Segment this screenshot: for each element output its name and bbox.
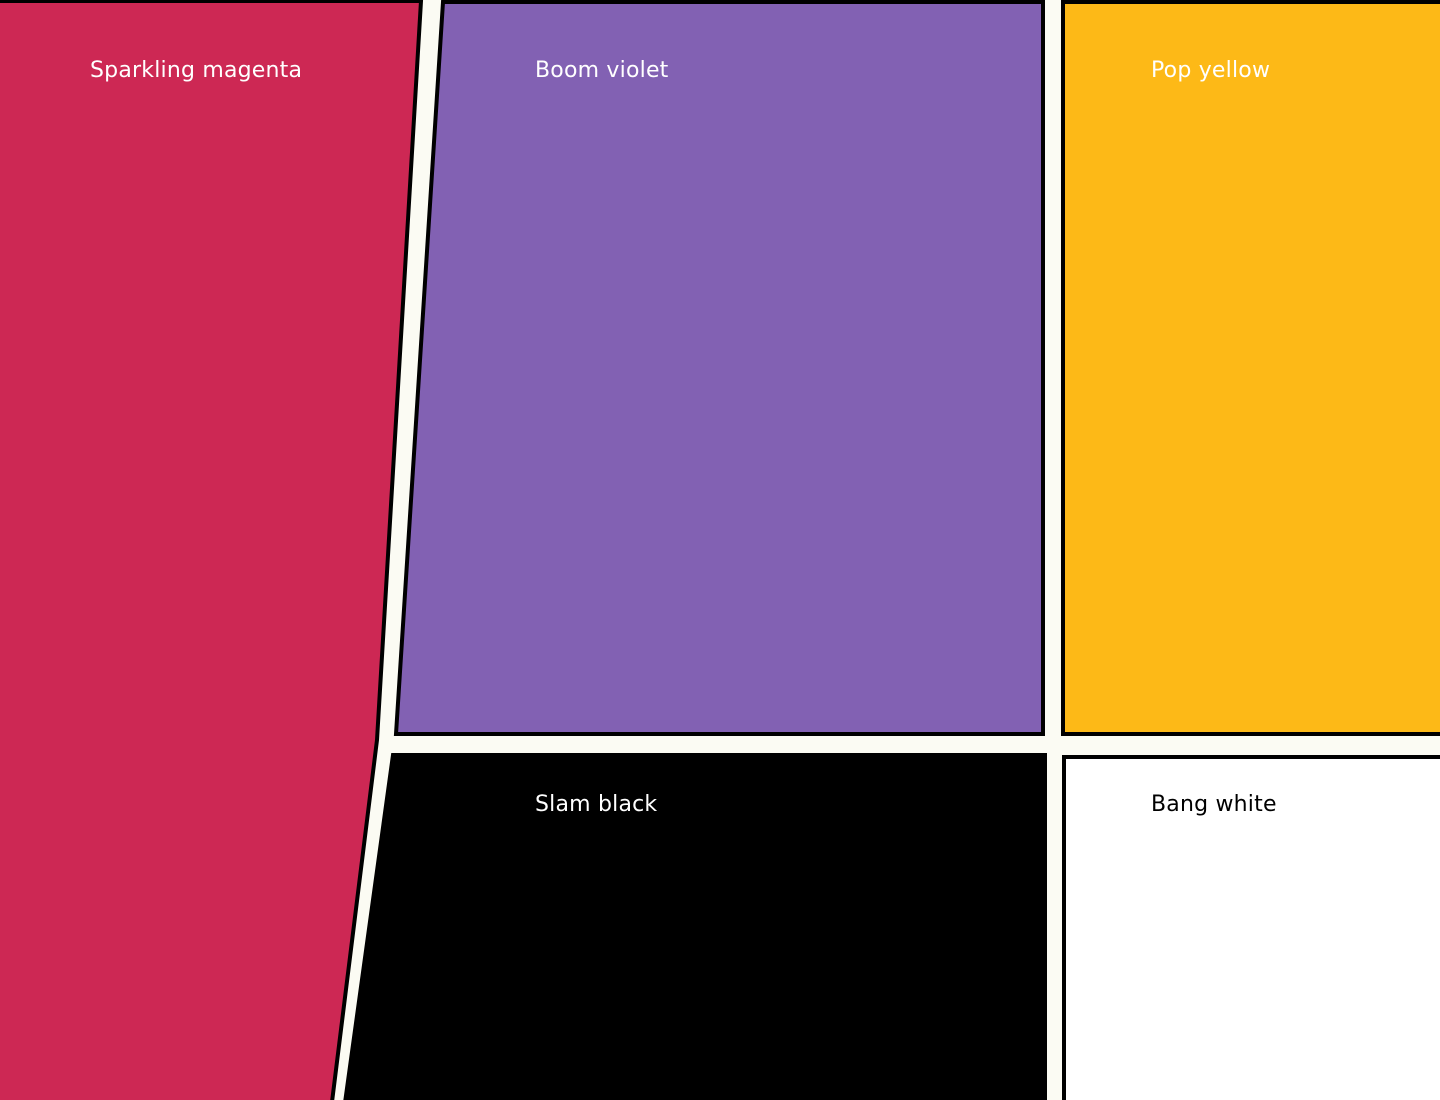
swatch-panel-black bbox=[343, 753, 1047, 1100]
swatch-panel-magenta bbox=[0, 0, 424, 1100]
swatch-panel-violet bbox=[393, 0, 1045, 736]
swatch-panels bbox=[0, 0, 1440, 1100]
swatch-label-magenta: Sparkling magenta bbox=[90, 58, 303, 83]
swatch-label-yellow: Pop yellow bbox=[1151, 58, 1271, 83]
swatch-board: Sparkling magenta Boom violet Pop yellow… bbox=[0, 0, 1440, 1100]
swatch-label-black: Slam black bbox=[535, 792, 658, 817]
swatch-panel-yellow bbox=[1061, 0, 1440, 736]
swatch-label-violet: Boom violet bbox=[535, 58, 669, 83]
swatch-label-white: Bang white bbox=[1151, 792, 1277, 817]
